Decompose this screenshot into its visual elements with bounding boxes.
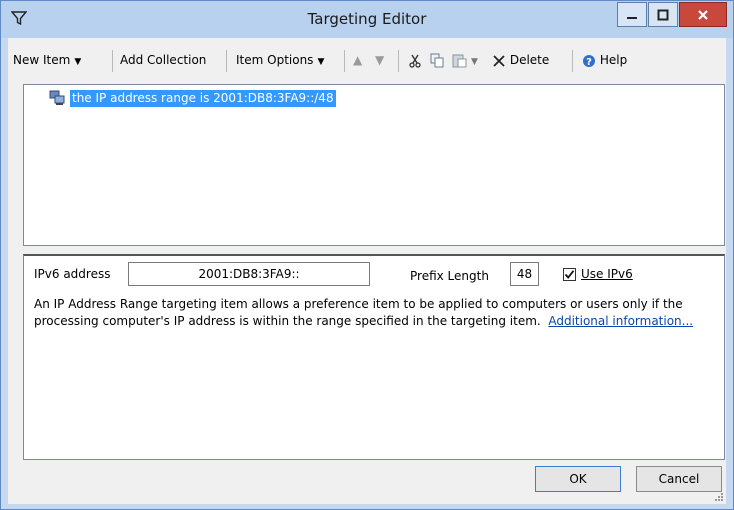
delete-label: Delete xyxy=(509,53,550,67)
toolbar-separator xyxy=(112,50,113,72)
network-computers-icon xyxy=(49,90,65,105)
item-options-button[interactable]: Item Options ▼ xyxy=(236,48,324,72)
scissors-icon xyxy=(409,54,421,68)
cut-button[interactable] xyxy=(408,48,422,72)
arrow-up-icon: ▲ xyxy=(353,53,363,67)
cancel-button[interactable]: Cancel xyxy=(636,466,722,492)
new-item-button[interactable]: New Item ▼ xyxy=(13,48,81,72)
paste-button[interactable]: ▼ xyxy=(452,48,478,72)
prefix-length-input[interactable]: 48 xyxy=(510,262,539,286)
help-button[interactable]: ? Help xyxy=(582,48,627,72)
arrow-down-icon: ▼ xyxy=(375,53,385,67)
move-down-button[interactable]: ▼ xyxy=(375,48,384,72)
targeting-tree[interactable]: the IP address range is 2001:DB8:3FA9::/… xyxy=(23,84,725,246)
chevron-down-icon: ▼ xyxy=(317,57,325,67)
use-ipv6-label[interactable]: Use IPv6 xyxy=(581,267,633,281)
maximize-icon xyxy=(657,9,669,20)
ok-button[interactable]: OK xyxy=(535,466,621,492)
title-bar[interactable]: Targeting Editor xyxy=(1,1,733,38)
toolbar-separator xyxy=(572,50,573,72)
chevron-down-icon: ▼ xyxy=(74,57,82,67)
paste-icon xyxy=(452,54,467,68)
resize-grip-icon[interactable] xyxy=(714,492,724,502)
help-label: Help xyxy=(599,53,628,67)
maximize-button[interactable] xyxy=(648,2,678,27)
toolbar-separator xyxy=(226,50,227,72)
svg-text:?: ? xyxy=(586,57,592,68)
copy-icon xyxy=(430,53,444,68)
help-icon: ? xyxy=(583,54,595,68)
use-ipv6-checkbox[interactable] xyxy=(563,268,576,281)
add-collection-button[interactable]: Add Collection xyxy=(120,48,206,72)
copy-button[interactable] xyxy=(430,48,445,72)
close-button[interactable] xyxy=(679,2,727,27)
chevron-down-icon: ▼ xyxy=(471,57,478,67)
ipv6-address-label: IPv6 address xyxy=(34,267,111,281)
properties-panel: IPv6 address 2001:DB8:3FA9:: Prefix Leng… xyxy=(23,254,725,460)
tree-item-label: the IP address range is 2001:DB8:3FA9::/… xyxy=(70,89,336,107)
targeting-editor-window: Targeting Editor New Item ▼ Add Collectio… xyxy=(0,0,734,510)
new-item-label: New Item xyxy=(13,53,71,67)
delete-icon xyxy=(493,54,505,67)
close-icon xyxy=(698,9,708,20)
delete-button[interactable]: Delete xyxy=(492,48,549,72)
additional-information-link[interactable]: Additional information... xyxy=(548,314,693,328)
item-options-label: Item Options xyxy=(236,53,314,67)
ipv6-address-input[interactable]: 2001:DB8:3FA9:: xyxy=(128,262,370,286)
toolbar-separator xyxy=(398,50,399,72)
toolbar-separator xyxy=(344,50,345,72)
description-text: An IP Address Range targeting item allow… xyxy=(34,296,714,330)
move-up-button[interactable]: ▲ xyxy=(353,48,362,72)
tree-item[interactable]: the IP address range is 2001:DB8:3FA9::/… xyxy=(49,89,336,107)
toolbar: New Item ▼ Add Collection Item Options ▼ ▲… xyxy=(8,38,726,84)
checkmark-icon xyxy=(564,270,575,279)
minimize-button[interactable] xyxy=(617,2,647,27)
editor-client-area: New Item ▼ Add Collection Item Options ▼ ▲… xyxy=(8,38,726,504)
minimize-icon xyxy=(627,16,637,19)
prefix-length-label: Prefix Length xyxy=(410,269,489,283)
